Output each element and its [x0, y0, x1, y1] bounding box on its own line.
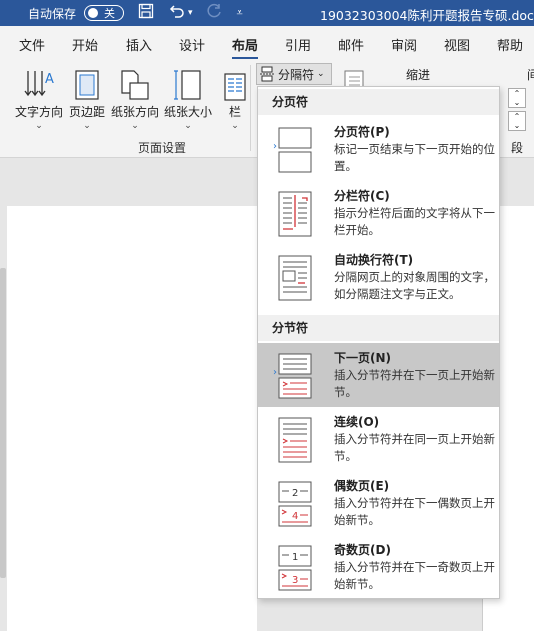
columns-label: 栏	[228, 105, 241, 119]
text-direction-button[interactable]: A 文字方向 ⌄	[12, 63, 66, 131]
item-title: 分页符(P)	[334, 125, 390, 139]
item-title: 自动换行符(T)	[334, 253, 414, 267]
menu-item-next-page[interactable]: › 下一页(N) 插入分节符并在下一页上开始新节。	[258, 343, 499, 407]
autosave-toggle[interactable]: 关	[84, 5, 125, 21]
ribbon-tabs: 文件 开始 插入 设计 布局 引用 邮件 审阅 视图 帮助	[0, 26, 534, 60]
text-direction-icon: A	[12, 63, 66, 101]
tab-help[interactable]: 帮助	[497, 35, 523, 54]
tab-review[interactable]: 审阅	[391, 35, 417, 54]
chevron-down-icon: ⌄	[35, 121, 43, 131]
section-breaks-header: 分节符	[258, 315, 499, 341]
breaks-button[interactable]: 分隔符 ⌄	[256, 63, 332, 85]
columns-icon	[222, 63, 248, 101]
tab-file[interactable]: 文件	[19, 35, 45, 54]
page-size-icon	[162, 63, 214, 101]
document-title: 19032303004陈利开题报告专硕.doc -	[320, 8, 534, 23]
page-break-icon	[278, 127, 312, 173]
tab-mailings[interactable]: 邮件	[338, 35, 364, 54]
toggle-knob	[88, 8, 99, 18]
title-bar: 自动保存 关 ▾ ⩡ 19032303004陈利开题报告专硕.doc -	[0, 0, 534, 26]
menu-item-even-page[interactable]: 24 偶数页(E) 插入分节符并在下一偶数页上开始新节。	[258, 471, 499, 535]
orientation-button[interactable]: 纸张方向 ⌄	[110, 63, 160, 131]
indent-right-spinner[interactable]: ⌃ ⌄	[508, 111, 526, 131]
caret-right-icon: ›	[273, 367, 277, 378]
item-description: 插入分节符并在下一页上开始新节。	[334, 368, 495, 399]
continuous-icon	[278, 417, 312, 463]
customize-toolbar-icon[interactable]: ⩡	[237, 6, 243, 20]
document-page[interactable]	[7, 206, 257, 631]
text-wrapping-icon	[278, 255, 312, 301]
undo-dropdown-icon[interactable]: ▾	[188, 8, 193, 18]
chevron-down-icon: ⌄	[83, 121, 91, 131]
menu-item-page-break[interactable]: › 分页符(P) 标记一页结束与下一页开始的位置。	[258, 117, 499, 181]
indent-left-spinner[interactable]: ⌃ ⌄	[508, 88, 526, 108]
chevron-down-icon: ⌄	[131, 121, 139, 131]
tab-view[interactable]: 视图	[444, 35, 470, 54]
caret-right-icon: ›	[273, 141, 277, 152]
text-direction-label: 文字方向	[14, 105, 63, 119]
tab-insert[interactable]: 插入	[126, 35, 152, 54]
item-description: 插入分节符并在同一页上开始新节。	[334, 432, 495, 463]
svg-text:A: A	[45, 72, 54, 87]
page-setup-group-label: 页面设置	[138, 141, 187, 155]
chevron-down-icon: ⌄	[317, 69, 325, 79]
item-description: 插入分节符并在下一偶数页上开始新节。	[334, 496, 495, 527]
next-page-icon	[278, 353, 312, 399]
item-description: 指示分栏符后面的文字将从下一栏开始。	[334, 206, 495, 237]
indent-label: 缩进	[406, 68, 431, 82]
chevron-down-icon: ⌄	[231, 121, 239, 131]
breaks-label: 分隔符	[278, 67, 315, 82]
tab-home[interactable]: 开始	[72, 35, 98, 54]
tab-references[interactable]: 引用	[285, 35, 311, 54]
menu-item-continuous[interactable]: 连续(O) 插入分节符并在同一页上开始新节。	[258, 407, 499, 471]
margins-button[interactable]: 页边距 ⌄	[67, 63, 107, 131]
size-label: 纸张大小	[163, 105, 212, 119]
autosave-label: 自动保存	[28, 6, 77, 21]
redo-icon	[207, 3, 223, 23]
odd-page-icon: 13	[278, 545, 312, 591]
undo-icon[interactable]	[168, 3, 186, 23]
even-page-icon: 24	[278, 481, 312, 527]
item-title: 分栏符(C)	[334, 189, 390, 203]
svg-text:2: 2	[292, 488, 298, 499]
item-title: 偶数页(E)	[334, 479, 390, 493]
column-break-icon	[278, 191, 312, 237]
group-separator	[250, 65, 251, 151]
item-description: 插入分节符并在下一奇数页上开始新节。	[334, 560, 495, 591]
spacing-label: 间	[527, 68, 534, 82]
svg-text:1: 1	[292, 552, 298, 563]
size-button[interactable]: 纸张大小 ⌄	[162, 63, 214, 131]
svg-text:4: 4	[292, 511, 298, 522]
ruler-strip	[0, 268, 6, 578]
menu-item-column-break[interactable]: 分栏符(C) 指示分栏符后面的文字将从下一栏开始。	[258, 181, 499, 245]
orientation-icon	[110, 63, 160, 101]
tab-design[interactable]: 设计	[179, 35, 205, 54]
margins-label: 页边距	[68, 105, 105, 119]
page-breaks-header: 分页符	[258, 89, 499, 115]
toggle-label: 关	[104, 7, 116, 20]
item-title: 奇数页(D)	[334, 543, 391, 557]
svg-text:3: 3	[292, 575, 298, 586]
menu-item-text-wrapping[interactable]: 自动换行符(T) 分隔网页上的对象周围的文字，如分隔题注文字与正文。	[258, 245, 499, 309]
item-description: 标记一页结束与下一页开始的位置。	[334, 142, 495, 173]
item-description: 分隔网页上的对象周围的文字，如分隔题注文字与正文。	[334, 270, 495, 301]
menu-item-odd-page[interactable]: 13 奇数页(D) 插入分节符并在下一奇数页上开始新节。	[258, 535, 499, 599]
columns-button[interactable]: 栏 ⌄	[222, 63, 248, 131]
orientation-label: 纸张方向	[110, 105, 159, 119]
breaks-dropdown-menu: 分页符 › 分页符(P) 标记一页结束与下一页开始的位置。 分栏符(C) 指示分…	[257, 86, 500, 599]
item-title: 下一页(N)	[334, 351, 392, 365]
save-icon[interactable]	[138, 3, 154, 23]
item-title: 连续(O)	[334, 415, 380, 429]
chevron-down-icon: ⌄	[184, 121, 192, 131]
tab-layout[interactable]: 布局	[232, 35, 259, 60]
breaks-icon	[260, 66, 274, 82]
margins-icon	[67, 63, 107, 101]
